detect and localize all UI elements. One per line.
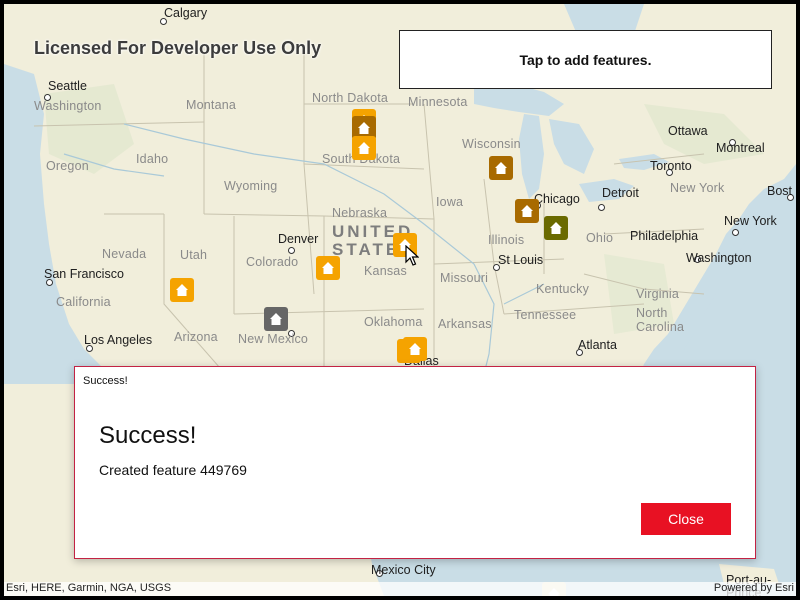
dialog-title: Success! [83,375,128,387]
map-label: St Louis [498,253,544,267]
feature-marker[interactable] [403,337,427,361]
instructions-panel: Tap to add features. [399,30,772,89]
map-label: North Dakota [312,91,389,105]
feature-marker[interactable] [170,278,194,302]
feature-marker[interactable] [352,136,376,160]
home-icon [322,262,334,274]
map-label: Mexico City [371,563,436,577]
map-label: Kentucky [536,282,590,296]
map-label: Illinois [488,233,525,247]
feature-marker[interactable] [316,256,340,280]
map-label: New Mexico [238,332,309,346]
map-label: Colorado [246,255,299,269]
map-label: Utah [180,248,208,262]
map-label: Wyoming [224,179,278,193]
map-label: San Francisco [44,267,124,281]
map-label: Denver [278,232,319,246]
mouse-cursor-icon [405,245,419,266]
map-label: Ohio [586,231,614,245]
home-icon [495,162,507,174]
map-label: Chicago [534,192,580,206]
map-label: New York [670,181,725,195]
attribution-text: Esri, HERE, Garmin, NGA, USGS [6,582,172,594]
map-label: Arkansas [438,317,492,331]
map-label: Wisconsin [462,137,521,151]
map-label: Washington [34,99,102,113]
license-watermark: Licensed For Developer Use Only [34,38,322,58]
success-dialog: Success! Success! Created feature 449769… [74,366,756,559]
map-label: Atlanta [578,338,617,352]
map-label: Nebraska [332,206,388,220]
map-label: Detroit [602,186,639,200]
map-label: Seattle [48,79,87,93]
home-icon [270,313,282,325]
city-dot [288,247,295,254]
home-icon [521,205,533,217]
home-icon [358,122,370,134]
dialog-message: Created feature 449769 [99,462,247,478]
map-label: Minnesota [408,95,468,109]
map-view[interactable]: Calgary Seattle Washington Montana North… [4,4,796,596]
map-label: Calgary [164,6,208,20]
feature-marker[interactable] [264,307,288,331]
attribution-bar: Esri, HERE, Garmin, NGA, USGS Powered by… [4,582,796,596]
powered-by-text[interactable]: Powered by Esri [714,582,794,594]
map-label: New York [724,214,777,228]
map-label: Oregon [46,159,89,173]
home-icon [358,142,370,154]
map-label: Arizona [174,330,218,344]
map-label: Washington [686,251,752,265]
map-label: Virginia [636,287,680,301]
close-button[interactable]: Close [641,503,731,535]
city-dot [598,204,605,211]
map-label: Tennessee [514,308,577,322]
feature-marker[interactable] [489,156,513,180]
map-label: Kansas [364,264,407,278]
map-label: North Carolina [636,306,685,334]
home-icon [550,222,562,234]
feature-marker[interactable] [544,216,568,240]
map-label: Missouri [440,271,489,285]
map-label: Philadelphia [630,229,699,243]
map-label: Idaho [136,152,169,166]
map-label: Bost [767,184,793,198]
map-label: Montreal [716,141,765,155]
map-label: California [56,295,111,309]
dialog-heading: Success! [99,422,197,449]
city-dot [732,229,739,236]
home-icon [176,284,188,296]
map-label: Nevada [102,247,147,261]
map-label: Ottawa [668,124,708,138]
map-label: Los Angeles [84,333,153,347]
home-icon [409,343,421,355]
map-label: Oklahoma [364,315,423,329]
map-label: Iowa [436,195,464,209]
map-label: Montana [186,98,237,112]
map-label: Toronto [650,159,692,173]
feature-marker[interactable] [515,199,539,223]
instructions-text: Tap to add features. [519,51,652,68]
